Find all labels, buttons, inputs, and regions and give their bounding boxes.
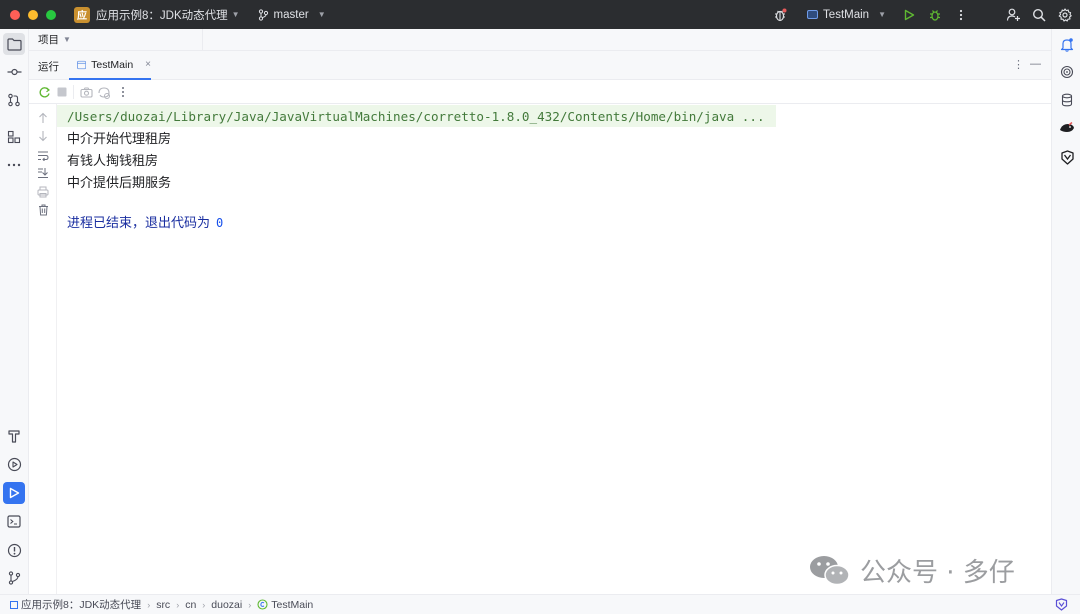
- run-panel-header: 运行 TestMain × ⋮ —: [29, 51, 1051, 80]
- zoom-window-button[interactable]: [46, 9, 56, 20]
- scroll-to-end-icon[interactable]: [36, 166, 50, 180]
- command-line: /Users/duozai/Library/Java/JavaVirtualMa…: [57, 105, 776, 127]
- chevron-down-icon: ▼: [317, 10, 326, 19]
- more-horizontal-icon[interactable]: [3, 154, 25, 176]
- print-icon[interactable]: [36, 185, 50, 199]
- exit-code: 0: [216, 216, 224, 230]
- more-vertical-icon[interactable]: [948, 0, 974, 29]
- chevron-right-icon: ›: [248, 599, 252, 610]
- project-folder-icon[interactable]: [3, 33, 25, 55]
- commit-icon[interactable]: [3, 61, 25, 83]
- run-config-icon: [807, 10, 819, 19]
- toolbar-separator: [73, 85, 74, 99]
- stop-icon[interactable]: [55, 85, 69, 99]
- run-panel-label: 运行: [38, 61, 59, 73]
- build-hammer-icon[interactable]: [3, 425, 25, 447]
- tab-testmain[interactable]: TestMain ×: [69, 51, 151, 80]
- add-user-icon[interactable]: [1000, 0, 1026, 29]
- exit-message: 进程已结束，退出代码为: [67, 216, 211, 231]
- branch-name: master: [273, 8, 309, 21]
- watermark-text: 公众号 · 多仔: [860, 558, 1015, 588]
- console-side-toolbar: [29, 104, 57, 594]
- pull-request-icon[interactable]: [3, 89, 25, 111]
- breadcrumb-item[interactable]: 应用示例8：JDK动态代理: [21, 597, 141, 612]
- git-branch-icon: [258, 8, 268, 21]
- debug-icon[interactable]: [922, 0, 948, 29]
- camera-icon[interactable]: [79, 85, 93, 99]
- close-window-button[interactable]: [10, 9, 20, 20]
- trash-icon[interactable]: [36, 203, 50, 217]
- run-config-icon: [77, 60, 87, 69]
- breadcrumb-item[interactable]: cn: [185, 599, 196, 611]
- branch-selector[interactable]: master ▼: [258, 9, 326, 21]
- run-config-name: TestMain: [823, 8, 870, 21]
- left-tool-strip: [0, 29, 29, 594]
- ai-assistant-icon[interactable]: [1056, 61, 1078, 83]
- more-vertical-icon[interactable]: ⋮: [1013, 58, 1024, 71]
- project-selector[interactable]: 应用示例8：JDK动态代理: [96, 7, 228, 23]
- output-line: 中介开始代理租房: [67, 132, 172, 147]
- git-icon[interactable]: [3, 567, 25, 589]
- services-icon[interactable]: [3, 453, 25, 475]
- window-controls: [10, 9, 56, 20]
- project-panel-header: 项目 ▼: [29, 29, 1051, 51]
- attach-debugger-icon[interactable]: [97, 85, 111, 99]
- arrow-up-icon[interactable]: [36, 111, 50, 125]
- class-icon: [257, 599, 268, 610]
- problems-icon[interactable]: [3, 539, 25, 561]
- search-icon[interactable]: [1026, 0, 1052, 29]
- run-configuration-selector[interactable]: TestMain ▼: [807, 9, 886, 21]
- database-icon[interactable]: [1056, 89, 1078, 111]
- minimize-window-button[interactable]: [28, 9, 38, 20]
- console-toolbar: [29, 80, 1051, 104]
- status-bar: 应用示例8：JDK动态代理 › src › cn › duozai › Test…: [0, 594, 1080, 614]
- chevron-down-icon[interactable]: ▼: [63, 35, 71, 44]
- plugin-logo-icon[interactable]: [1056, 146, 1078, 168]
- notifications-bell-icon[interactable]: [1056, 33, 1078, 55]
- run-play-icon[interactable]: [896, 0, 922, 29]
- chevron-down-icon[interactable]: ▼: [232, 10, 240, 19]
- breadcrumb-item[interactable]: src: [156, 599, 170, 611]
- console-output[interactable]: /Users/duozai/Library/Java/JavaVirtualMa…: [57, 104, 1051, 594]
- plugin-status-icon[interactable]: [1055, 598, 1068, 614]
- chevron-down-icon: ▼: [878, 10, 886, 19]
- process-exit-line: 进程已结束，退出代码为 0: [67, 212, 223, 231]
- tab-label: TestMain: [91, 58, 134, 71]
- chevron-right-icon: ›: [176, 599, 180, 610]
- wechat-logo-icon: [810, 555, 850, 585]
- title-bar: 应 应用示例8：JDK动态代理 ▼ master ▼ TestMain ▼: [0, 0, 1080, 29]
- run-tool-icon[interactable]: [3, 482, 25, 504]
- breadcrumb-item[interactable]: duozai: [211, 599, 242, 611]
- output-line: 中介提供后期服务: [67, 176, 172, 191]
- chevron-right-icon: ›: [147, 599, 151, 610]
- module-icon: [10, 600, 18, 609]
- minimize-panel-icon[interactable]: —: [1030, 58, 1041, 70]
- debug-bug-icon[interactable]: [767, 0, 793, 29]
- project-panel-label[interactable]: 项目: [38, 32, 59, 47]
- right-tool-strip: [1051, 29, 1080, 594]
- project-badge[interactable]: 应: [74, 6, 90, 23]
- gear-icon[interactable]: [1052, 0, 1078, 29]
- structure-icon[interactable]: [3, 126, 25, 148]
- breadcrumb: 应用示例8：JDK动态代理 › src › cn › duozai › Test…: [10, 597, 313, 612]
- chevron-right-icon: ›: [202, 599, 206, 610]
- output-line: 有钱人掏钱租房: [67, 154, 159, 169]
- breadcrumb-item[interactable]: TestMain: [271, 599, 313, 611]
- maven-plugin-icon[interactable]: [1056, 117, 1078, 139]
- rerun-icon[interactable]: [37, 85, 51, 99]
- panel-divider: [202, 29, 203, 51]
- terminal-icon[interactable]: [3, 510, 25, 532]
- tab-close-icon[interactable]: ×: [145, 59, 151, 70]
- arrow-down-icon[interactable]: [36, 129, 50, 143]
- more-vertical-icon[interactable]: [116, 85, 130, 99]
- soft-wrap-icon[interactable]: [36, 148, 50, 162]
- watermark: 公众号 · 多仔: [808, 552, 1015, 589]
